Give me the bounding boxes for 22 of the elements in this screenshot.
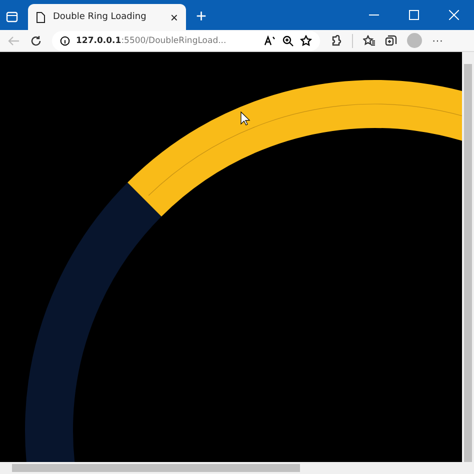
cursor-icon: [240, 111, 250, 126]
read-aloud-icon[interactable]: [264, 34, 276, 46]
maximize-icon[interactable]: [409, 10, 419, 20]
refresh-button[interactable]: [30, 34, 42, 46]
zoom-icon[interactable]: [282, 34, 294, 46]
page-icon: [36, 12, 45, 22]
new-tab-button[interactable]: +: [196, 6, 207, 27]
vertical-scrollbar[interactable]: [462, 52, 474, 474]
url-text: 127.0.0.1:5500/DoubleRingLoad...: [76, 36, 228, 46]
menu-button[interactable]: ···: [432, 34, 443, 46]
collections-button[interactable]: [385, 34, 397, 46]
favorites-button[interactable]: [363, 34, 375, 46]
close-tab-button[interactable]: ×: [170, 10, 178, 24]
extensions-button[interactable]: [330, 34, 342, 46]
browser-tab[interactable]: Double Ring Loading ×: [28, 4, 186, 30]
address-bar[interactable]: 127.0.0.1:5500/DoubleRingLoad...: [52, 30, 320, 50]
horizontal-scrollbar[interactable]: [0, 462, 462, 474]
info-icon: [60, 36, 70, 46]
close-icon[interactable]: [449, 10, 459, 20]
tab-actions-icon[interactable]: [6, 11, 18, 23]
tab-title: Double Ring Loading: [53, 12, 148, 22]
favorite-icon[interactable]: [300, 34, 312, 46]
